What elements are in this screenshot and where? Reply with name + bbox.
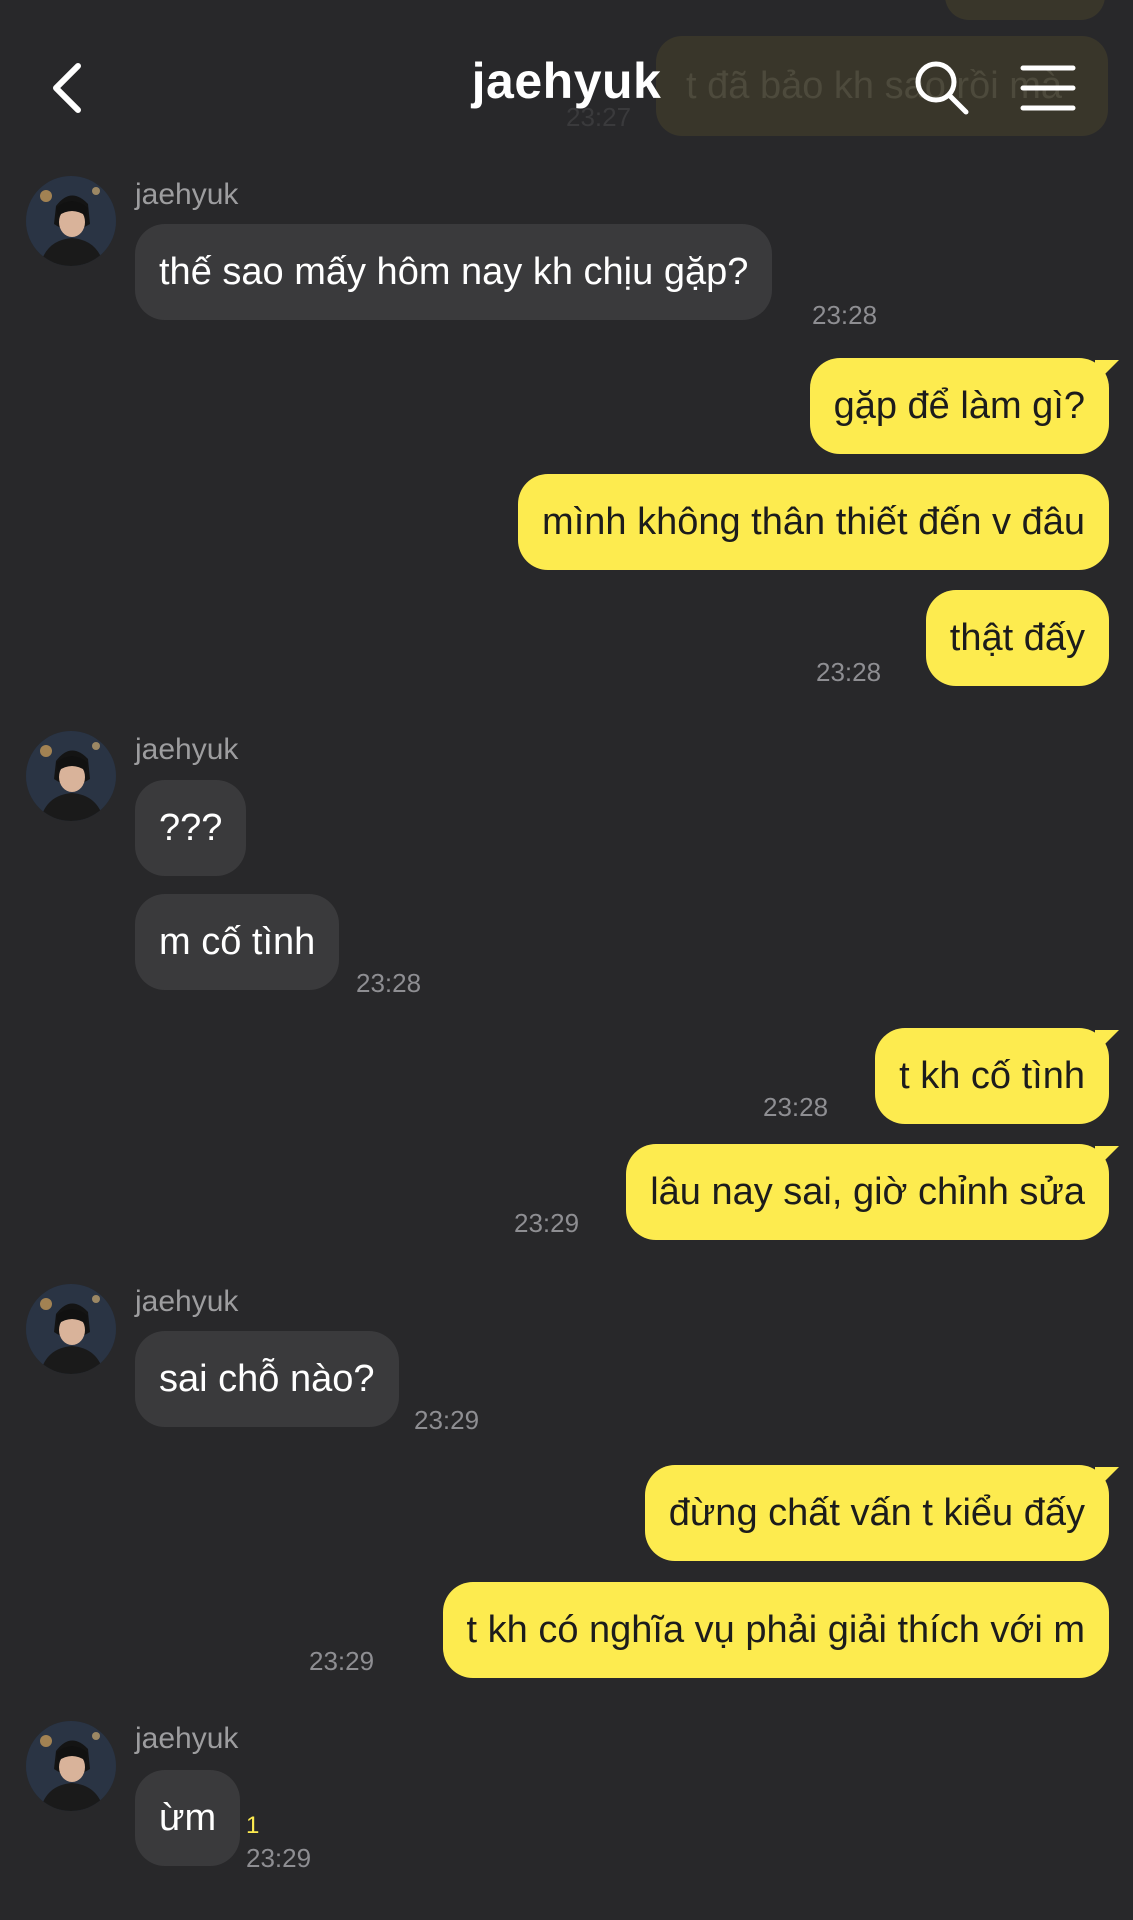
message-timestamp: 23:29: [246, 1843, 312, 1873]
sender-name: jaehyuk: [135, 178, 239, 211]
avatar-image: [26, 176, 116, 266]
chat-header: jaehyuk: [0, 0, 1133, 175]
message-bubble-incoming[interactable]: thế sao mấy hôm nay kh chịu gặp?: [135, 224, 773, 320]
search-icon: [915, 61, 969, 115]
message-bubble-incoming[interactable]: ừm: [135, 1770, 241, 1866]
avatar[interactable]: [26, 1284, 116, 1374]
message-timestamp: 23:28: [816, 657, 882, 687]
message-bubble-outgoing[interactable]: lâu nay sai, giờ chỉnh sửa: [626, 1144, 1109, 1240]
message-bubble-incoming[interactable]: m cố tình: [135, 894, 340, 990]
message-timestamp: 23:28: [356, 968, 422, 998]
message-timestamp: 23:28: [812, 300, 878, 330]
search-button[interactable]: [910, 56, 974, 120]
message-timestamp: 23:28: [763, 1092, 829, 1122]
avatar-image: [26, 1284, 116, 1374]
avatar[interactable]: [26, 1721, 116, 1811]
message-timestamp: 23:29: [309, 1646, 375, 1676]
message-bubble-outgoing[interactable]: gặp để làm gì?: [809, 358, 1109, 454]
avatar-image: [26, 1721, 116, 1811]
message-timestamp: 23:29: [514, 1208, 580, 1238]
message-bubble-outgoing[interactable]: t kh có nghĩa vụ phải giải thích với m: [442, 1582, 1109, 1678]
message-bubble-incoming[interactable]: ???: [135, 780, 247, 876]
message-bubble-outgoing[interactable]: t kh cố tình: [875, 1028, 1109, 1124]
menu-button[interactable]: [1015, 56, 1079, 120]
menu-icon: [1020, 65, 1076, 111]
unread-count: 1: [246, 1812, 260, 1839]
sender-name: jaehyuk: [135, 1722, 239, 1755]
avatar[interactable]: [26, 176, 116, 266]
sender-name: jaehyuk: [135, 1285, 239, 1318]
message-bubble-outgoing[interactable]: mình không thân thiết đến v đâu: [518, 474, 1109, 570]
message-bubble-outgoing[interactable]: đừng chất vấn t kiểu đấy: [644, 1465, 1109, 1561]
message-bubble-outgoing[interactable]: thật đấy: [925, 590, 1109, 686]
avatar-image: [26, 731, 116, 821]
sender-name: jaehyuk: [135, 733, 239, 766]
avatar[interactable]: [26, 731, 116, 821]
message-bubble-incoming[interactable]: sai chỗ nào?: [135, 1331, 399, 1427]
message-timestamp: 23:29: [414, 1405, 480, 1435]
